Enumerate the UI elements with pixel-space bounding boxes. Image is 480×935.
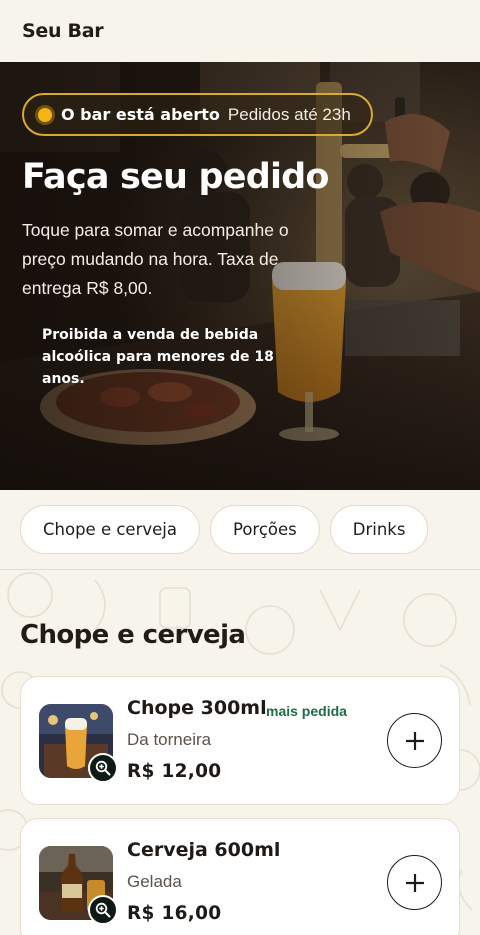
- brand-logo-text[interactable]: Seu Bar: [22, 20, 104, 42]
- hero-banner: O bar está aberto Pedidos até 23h Faça s…: [0, 62, 480, 490]
- menu-item-card: Chope 300ml mais pedida Da torneira R$ 1…: [20, 676, 460, 805]
- status-dot-icon: [38, 107, 52, 122]
- category-chip-drinks[interactable]: Drinks: [329, 505, 429, 554]
- category-chip-porcoes[interactable]: Porções: [209, 505, 320, 554]
- item-description: Da torneira: [127, 730, 212, 749]
- popular-badge: mais pedida: [266, 703, 347, 719]
- plus-icon: [405, 731, 424, 750]
- item-price: R$ 12,00: [127, 761, 222, 782]
- hero-description: Toque para somar e acompanhe o preço mud…: [22, 220, 289, 298]
- item-name: Chope 300ml: [127, 697, 267, 719]
- top-bar: Seu Bar: [0, 0, 480, 62]
- open-status-badge: O bar está aberto Pedidos até 23h: [22, 93, 373, 136]
- age-warning: Proibida a venda de bebida alcoólica par…: [42, 327, 274, 387]
- item-price: R$ 16,00: [127, 903, 222, 924]
- item-name: Cerveja 600ml: [127, 839, 281, 861]
- plus-icon: [405, 873, 424, 892]
- category-chip-chope-e-cerveja[interactable]: Chope e cerveja: [20, 505, 200, 554]
- item-description: Gelada: [127, 872, 182, 891]
- add-item-button[interactable]: [387, 713, 442, 768]
- hero-title: Faça seu pedido: [22, 157, 329, 197]
- status-hours: Pedidos até 23h: [227, 104, 351, 124]
- section-title: Chope e cerveja: [20, 620, 246, 650]
- zoom-in-icon[interactable]: [88, 753, 118, 783]
- status-title: O bar está aberto: [61, 105, 220, 124]
- zoom-in-icon[interactable]: [88, 895, 118, 925]
- category-tabs: Chope e cerveja Porções Drinks: [0, 490, 480, 570]
- menu-item-card: Cerveja 600ml Gelada R$ 16,00: [20, 818, 460, 935]
- menu-section: Chope e cerveja Chope 300ml mais pedida …: [0, 570, 480, 935]
- add-item-button[interactable]: [387, 855, 442, 910]
